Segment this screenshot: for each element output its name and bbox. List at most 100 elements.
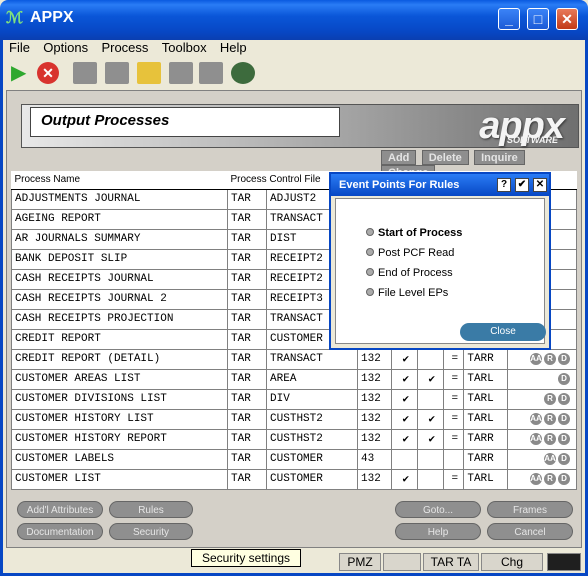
- row-action-d-icon[interactable]: D: [558, 453, 570, 465]
- frames-button[interactable]: Frames: [487, 501, 573, 518]
- table-row[interactable]: CUSTOMER DIVISIONS LIST TAR DIV 132 ✔ = TARL R D: [11, 388, 578, 410]
- row-length: 43: [357, 448, 393, 470]
- tool-3-icon[interactable]: [137, 62, 161, 84]
- radio-icon: [366, 248, 374, 256]
- item-start-of-process[interactable]: Start of Process: [366, 227, 462, 239]
- event-points-dialog: Event Points For Rules ? ✔ ✕ Start of Pr…: [329, 172, 551, 350]
- row-check-1: ✔: [391, 388, 419, 410]
- help-button[interactable]: Help: [395, 523, 481, 540]
- row-actions: AA D: [506, 448, 578, 470]
- row-check-1: ✔: [391, 408, 419, 430]
- row-code: TARR: [463, 428, 508, 450]
- row-name: CUSTOMER LIST: [11, 468, 228, 490]
- row-eq: [443, 448, 465, 470]
- table-row[interactable]: CUSTOMER AREAS LIST TAR AREA 132 ✔ ✔ = TARL D: [11, 368, 578, 390]
- inquire-button[interactable]: Inquire: [474, 150, 525, 165]
- row-file: CUSTHST2: [266, 428, 359, 450]
- row-check-2: ✔: [417, 408, 445, 430]
- row-check-1: ✔: [391, 368, 419, 390]
- row-action-r-icon[interactable]: R: [544, 473, 556, 485]
- row-check-2: ✔: [417, 428, 445, 450]
- goto-button[interactable]: Goto...: [395, 501, 481, 518]
- row-length: 132: [357, 428, 393, 450]
- tool-5-icon[interactable]: [199, 62, 223, 84]
- row-action-aa-icon[interactable]: AA: [530, 353, 542, 365]
- row-action-d-icon[interactable]: D: [558, 413, 570, 425]
- row-action-d-icon[interactable]: D: [558, 473, 570, 485]
- row-check-1: [391, 448, 419, 470]
- row-name: CUSTOMER HISTORY LIST: [11, 408, 228, 430]
- security-button[interactable]: Security: [109, 523, 193, 540]
- row-action-r-icon[interactable]: R: [544, 413, 556, 425]
- addl-attributes-button[interactable]: Add'l Attributes: [17, 501, 103, 518]
- run-icon[interactable]: ▶: [11, 62, 35, 84]
- documentation-button[interactable]: Documentation: [17, 523, 103, 540]
- row-name: BANK DEPOSIT SLIP: [11, 248, 228, 270]
- row-action-d-icon[interactable]: D: [558, 433, 570, 445]
- delete-button[interactable]: Delete: [421, 150, 469, 165]
- row-app: TAR: [226, 368, 268, 390]
- row-name: CASH RECEIPTS JOURNAL 2: [11, 288, 228, 310]
- row-action-aa-icon[interactable]: AA: [530, 433, 542, 445]
- dialog-ok-button[interactable]: ✔: [515, 178, 529, 192]
- row-file: TRANSACT: [266, 348, 359, 370]
- tool-1-icon[interactable]: [73, 62, 97, 84]
- title-bar: ℳ APPX _ □ ✕: [0, 0, 588, 40]
- cancel-button[interactable]: Cancel: [487, 523, 573, 540]
- dialog-close-icon[interactable]: ✕: [533, 178, 547, 192]
- row-action-d-icon[interactable]: D: [558, 353, 570, 365]
- add-button[interactable]: Add: [381, 150, 417, 165]
- row-action-aa-icon[interactable]: AA: [544, 453, 556, 465]
- maximize-button[interactable]: □: [527, 8, 549, 30]
- toolbar: ▶ ✕: [3, 58, 585, 88]
- status-bar: Security settings PMZ TAR TA Chg: [3, 549, 585, 573]
- item-post-pcf-read[interactable]: Post PCF Read: [366, 247, 454, 259]
- menu-process[interactable]: Process: [101, 40, 148, 56]
- table-row[interactable]: CUSTOMER HISTORY LIST TAR CUSTHST2 132 ✔ ✔ = TA…: [11, 408, 578, 430]
- stop-icon[interactable]: ✕: [37, 62, 59, 84]
- status-blank: [383, 553, 421, 571]
- dialog-body: Start of Process Post PCF Read End of Pr…: [335, 198, 546, 344]
- row-length: 132: [357, 348, 393, 370]
- status-app: TAR TA: [423, 553, 479, 571]
- row-app: TAR: [226, 428, 268, 450]
- row-eq: =: [443, 468, 465, 490]
- radio-icon: [366, 288, 374, 296]
- table-row[interactable]: CUSTOMER LIST TAR CUSTOMER 132 ✔ = TARL AA R D: [11, 468, 578, 490]
- item-file-level-eps[interactable]: File Level EPs: [366, 287, 448, 299]
- row-length: 132: [357, 368, 393, 390]
- row-app: TAR: [226, 208, 268, 230]
- row-action-d-icon[interactable]: D: [558, 393, 570, 405]
- col-process-name[interactable]: Process Name: [11, 171, 228, 190]
- appx-app-icon: ℳ: [6, 10, 24, 27]
- row-action-d-icon[interactable]: D: [558, 373, 570, 385]
- item-end-of-process[interactable]: End of Process: [366, 267, 453, 279]
- row-check-2: ✔: [417, 368, 445, 390]
- menu-help[interactable]: Help: [220, 40, 247, 56]
- row-action-aa-icon[interactable]: AA: [530, 413, 542, 425]
- tool-4-icon[interactable]: [169, 62, 193, 84]
- menu-file[interactable]: File: [9, 40, 30, 56]
- minimize-button[interactable]: _: [498, 8, 520, 30]
- menu-options[interactable]: Options: [43, 40, 88, 56]
- rules-button[interactable]: Rules: [109, 501, 193, 518]
- row-check-2: [417, 448, 445, 470]
- row-action-r-icon[interactable]: R: [544, 393, 556, 405]
- action-buttons: Add Delete Inquire Change: [381, 150, 581, 180]
- bug-icon[interactable]: [231, 62, 255, 84]
- row-name: AGEING REPORT: [11, 208, 228, 230]
- table-row[interactable]: CUSTOMER LABELS TAR CUSTOMER 43 TARR AA D: [11, 448, 578, 470]
- row-action-aa-icon[interactable]: AA: [530, 473, 542, 485]
- menu-toolbox[interactable]: Toolbox: [162, 40, 207, 56]
- row-action-r-icon[interactable]: R: [544, 353, 556, 365]
- row-name: CASH RECEIPTS PROJECTION: [11, 308, 228, 330]
- table-row[interactable]: CUSTOMER HISTORY REPORT TAR CUSTHST2 132 ✔ ✔ =…: [11, 428, 578, 450]
- row-check-1: ✔: [391, 428, 419, 450]
- tool-2-icon[interactable]: [105, 62, 129, 84]
- dialog-close-button[interactable]: Close: [460, 323, 546, 341]
- row-name: CUSTOMER AREAS LIST: [11, 368, 228, 390]
- row-action-r-icon[interactable]: R: [544, 433, 556, 445]
- dialog-help-button[interactable]: ?: [497, 178, 511, 192]
- close-button[interactable]: ✕: [556, 8, 578, 30]
- table-row[interactable]: CREDIT REPORT (DETAIL) TAR TRANSACT 132 ✔ = TA…: [11, 348, 578, 370]
